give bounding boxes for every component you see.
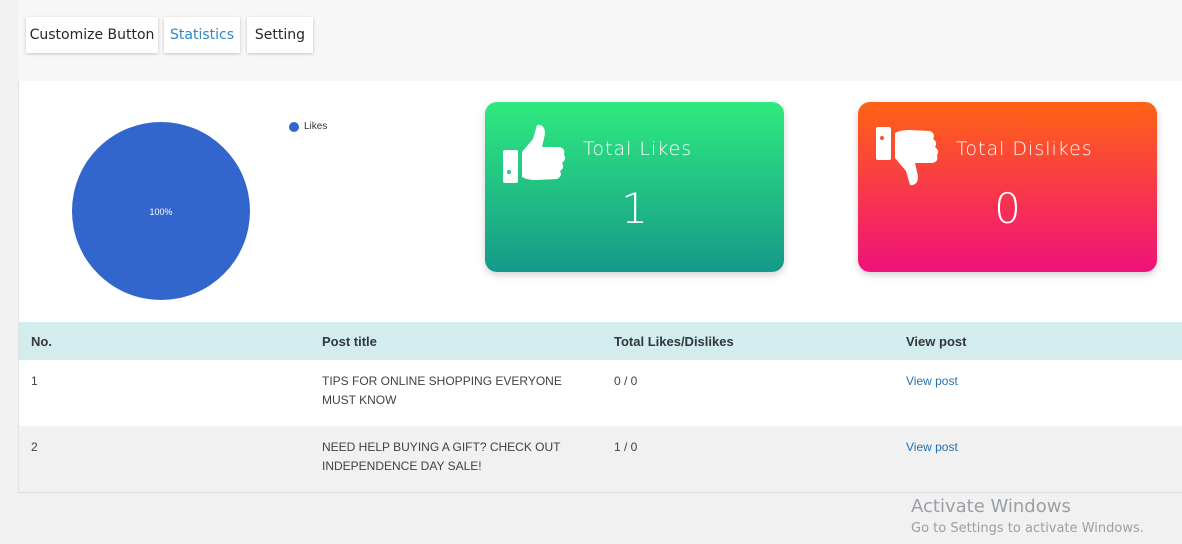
total-likes-value: 1 [621,184,648,233]
activate-windows-watermark: Activate Windows Go to Settings to activ… [911,496,1144,536]
pie-legend: Likes [289,121,327,132]
header-total-likes-dislikes: Total Likes/Dislikes [614,334,734,349]
pie-slice-label: 100% [149,207,172,217]
total-dislikes-card: Total Dislikes 0 [858,102,1157,272]
pie-chart: 100% [71,121,251,306]
total-dislikes-value: 0 [994,184,1021,233]
total-dislikes-label: Total Dislikes [956,138,1093,160]
tab-setting[interactable]: Setting [247,17,313,53]
table-row: 2 NEED HELP BUYING A GIFT? CHECK OUT IND… [19,426,1182,492]
row-total: 0 / 0 [614,374,638,388]
view-post-link[interactable]: View post [906,372,958,391]
pie-chart-svg: 100% [72,122,250,300]
row-post-title: TIPS FOR ONLINE SHOPPING EVERYONE MUST K… [322,374,562,407]
legend-swatch-likes [289,121,299,132]
view-post-link[interactable]: View post [906,438,958,457]
row-post-title: NEED HELP BUYING A GIFT? CHECK OUT INDEP… [322,440,561,473]
header-post-title: Post title [322,334,377,349]
total-likes-card: Total Likes 1 [485,102,784,272]
row-total: 1 / 0 [614,440,638,454]
table-row: 1 TIPS FOR ONLINE SHOPPING EVERYONE MUST… [19,360,1182,426]
thumbs-up-icon [501,122,567,193]
watermark-subtitle: Go to Settings to activate Windows. [911,521,1144,536]
tab-customize-button[interactable]: Customize Button [26,17,158,53]
row-number: 1 [31,374,38,388]
watermark-title: Activate Windows [911,496,1071,517]
left-gutter [0,0,18,544]
thumbs-down-icon [874,122,940,193]
tab-statistics[interactable]: Statistics [164,17,240,53]
legend-label-likes: Likes [304,121,328,132]
table-header: No. Post title Total Likes/Dislikes View… [19,322,1182,360]
total-likes-label: Total Likes [583,138,693,160]
statistics-panel: 100% Likes Total Likes 1 Total Dislikes … [18,81,1182,493]
tab-bar: Customize Button Statistics Setting [18,0,1182,81]
posts-table: No. Post title Total Likes/Dislikes View… [19,322,1182,492]
row-number: 2 [31,440,38,454]
header-view-post: View post [906,334,967,349]
header-no: No. [31,334,52,349]
